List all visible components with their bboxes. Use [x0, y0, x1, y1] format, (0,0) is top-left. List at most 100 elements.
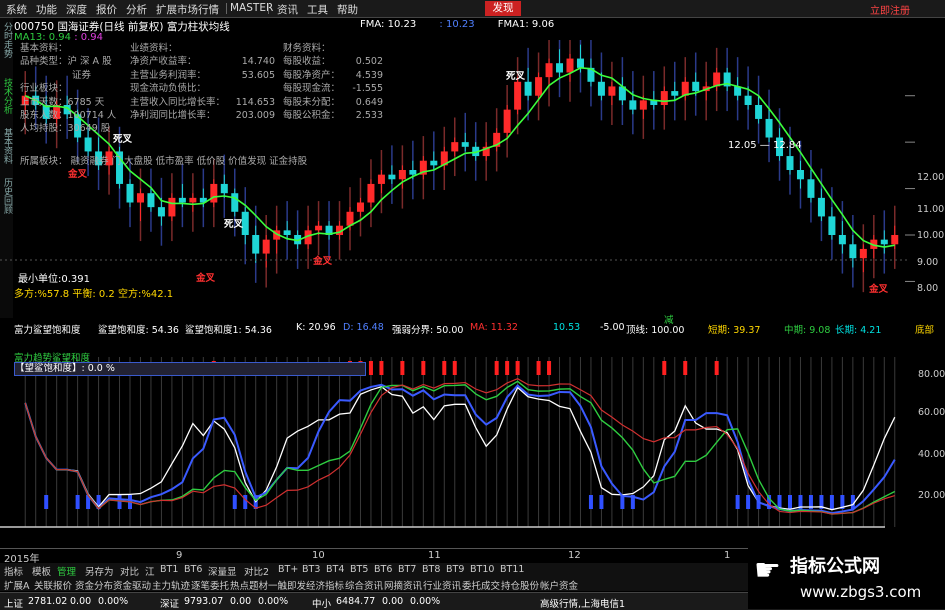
menu-extended-market[interactable]: 扩展市场行情	[156, 2, 219, 17]
tab-fund-drive[interactable]: 资金驱动	[113, 578, 151, 592]
d-value: D: 16.48	[343, 322, 384, 333]
fund-value: 沪 深 A 股	[67, 56, 112, 68]
menu-system[interactable]: 系统	[6, 2, 27, 17]
discover-button[interactable]: 发现	[485, 1, 521, 16]
tab-bt8[interactable]: BT8	[422, 564, 440, 575]
time-tick: 10	[312, 550, 325, 561]
fund-value: 0.649	[355, 96, 383, 108]
overbought-bar	[505, 361, 510, 375]
oversold-bar	[44, 495, 49, 509]
fund-value: 4.539	[355, 69, 383, 81]
tab-compare2[interactable]: 对比2	[244, 564, 269, 578]
tab-account-funds[interactable]: 帐户资金	[540, 578, 578, 592]
menu-quote[interactable]: 报价	[96, 2, 117, 17]
tab-bt6[interactable]: BT6	[184, 564, 202, 575]
gold-cross-label: 金叉	[313, 256, 333, 267]
tab-bt1[interactable]: BT1	[160, 564, 178, 575]
dead-cross-label: 死叉	[224, 219, 244, 230]
y-tick: 10.00	[917, 230, 945, 241]
fund-label: 每股收益：	[283, 56, 331, 68]
tab-save-as[interactable]: 另存为	[85, 564, 114, 578]
tab-bt11[interactable]: BT11	[500, 564, 524, 575]
candle-body	[157, 207, 165, 217]
candle-body	[765, 118, 773, 138]
overbought-bar	[368, 361, 373, 375]
tab-bt9[interactable]: BT9	[446, 564, 464, 575]
fund-value: 203.009	[235, 110, 275, 122]
tab-order-by-order[interactable]: 逐笔委托	[191, 578, 229, 592]
candle-body	[671, 91, 679, 96]
oversold-bar	[788, 495, 792, 509]
basic-info: 基本资料： 品种类型：沪 深 A 股 证券 行业板块： 上市天数：6785 天 …	[20, 42, 120, 136]
oversold-bar	[588, 495, 593, 509]
candle-body	[807, 179, 815, 198]
sh-index-pct: 0.00%	[98, 596, 129, 607]
tab-bt10[interactable]: BT10	[470, 564, 494, 575]
tab-bt5[interactable]: BT5	[350, 564, 368, 575]
menu-master[interactable]: MASTER	[230, 2, 273, 14]
tab-economic-index[interactable]: 经济指标	[306, 578, 344, 592]
tab-compare[interactable]: 对比	[120, 564, 139, 578]
candle-body	[859, 248, 867, 259]
y-tick: 80.00	[918, 369, 945, 380]
register-link[interactable]: 立即注册	[870, 2, 910, 17]
menu-analysis[interactable]: 分析	[126, 2, 147, 17]
tab-trades[interactable]: 委托成交	[462, 578, 500, 592]
sector-list: 融资融券 门 大盘股 低市盈率 低价股 价值发现 证金持股	[70, 156, 308, 167]
tab-template[interactable]: 模板	[32, 564, 51, 578]
tab-hot-topic[interactable]: 热点题材	[230, 578, 268, 592]
overbought-bar	[515, 361, 520, 375]
tab-indicator[interactable]: 指标	[4, 564, 23, 578]
fund-value: 30649 股	[67, 123, 111, 135]
tab-web-news[interactable]: 网摘资讯	[384, 578, 422, 592]
tab-bt4[interactable]: BT4	[326, 564, 344, 575]
tab-trigger[interactable]: 一触即发	[268, 578, 306, 592]
up-value: 10.53	[553, 322, 581, 333]
candle-body	[545, 63, 553, 78]
menu-news[interactable]: 资讯	[277, 2, 298, 17]
tab-bt7[interactable]: BT7	[398, 564, 416, 575]
fma1-label: FMA1: 9.06	[497, 19, 555, 30]
candle-body	[891, 235, 899, 245]
oversold-bar	[620, 495, 625, 509]
overbought-bar	[494, 361, 499, 375]
tab-bt-plus[interactable]: BT+	[278, 564, 298, 575]
balance-label: 平衡: 0.2	[72, 289, 115, 300]
y-tick: 11.00	[917, 204, 945, 215]
tab-depth-volume[interactable]: 深量显	[208, 564, 237, 578]
sme-index-change: 0.00	[382, 596, 404, 607]
menu-function[interactable]: 功能	[36, 2, 57, 17]
candle-body	[168, 197, 176, 217]
tab-main-track[interactable]: 主力轨迹	[152, 578, 190, 592]
fund-value: -1.555	[352, 83, 383, 95]
mid-term-value: 中期: 9.08	[784, 325, 831, 336]
k-value: K: 20.96	[296, 322, 336, 333]
candle-body	[556, 63, 564, 73]
tab-industry-news[interactable]: 行业资讯	[423, 578, 461, 592]
candle-body	[597, 81, 605, 96]
menu-tools[interactable]: 工具	[307, 2, 328, 17]
tab-holdings[interactable]: 持仓股份	[501, 578, 539, 592]
y-tick: 40.00	[918, 449, 945, 460]
candle-body	[231, 193, 239, 212]
y-tick: 20.00	[918, 490, 945, 501]
tab-bt3[interactable]: BT3	[302, 564, 320, 575]
tab-bt6b[interactable]: BT6	[374, 564, 392, 575]
sme-index-value: 6484.77	[336, 596, 376, 607]
tab-extend-a[interactable]: 扩展A	[4, 578, 30, 592]
candle-body	[849, 244, 857, 259]
overbought-bar	[400, 361, 405, 375]
tab-general-news[interactable]: 综合资讯	[345, 578, 383, 592]
tab-related-quote[interactable]: 关联报价	[34, 578, 72, 592]
menu-depth[interactable]: 深度	[66, 2, 87, 17]
saturation-value: 鲨望饱和度: 54.36	[98, 325, 179, 336]
candle-body	[220, 183, 228, 194]
tab-manage[interactable]: 管理	[57, 564, 76, 578]
overbought-bar	[662, 361, 667, 375]
tab-fund-distribution[interactable]: 资金分布	[75, 578, 113, 592]
basic-info-title: 基本资料：	[20, 43, 68, 54]
sector-row: 所属板块： 融资融券 门 大盘股 低市盈率 低价股 价值发现 证金持股	[20, 153, 307, 167]
tab-jiang[interactable]: 江	[145, 564, 155, 578]
menu-separator	[226, 3, 227, 14]
menu-help[interactable]: 帮助	[337, 2, 358, 17]
